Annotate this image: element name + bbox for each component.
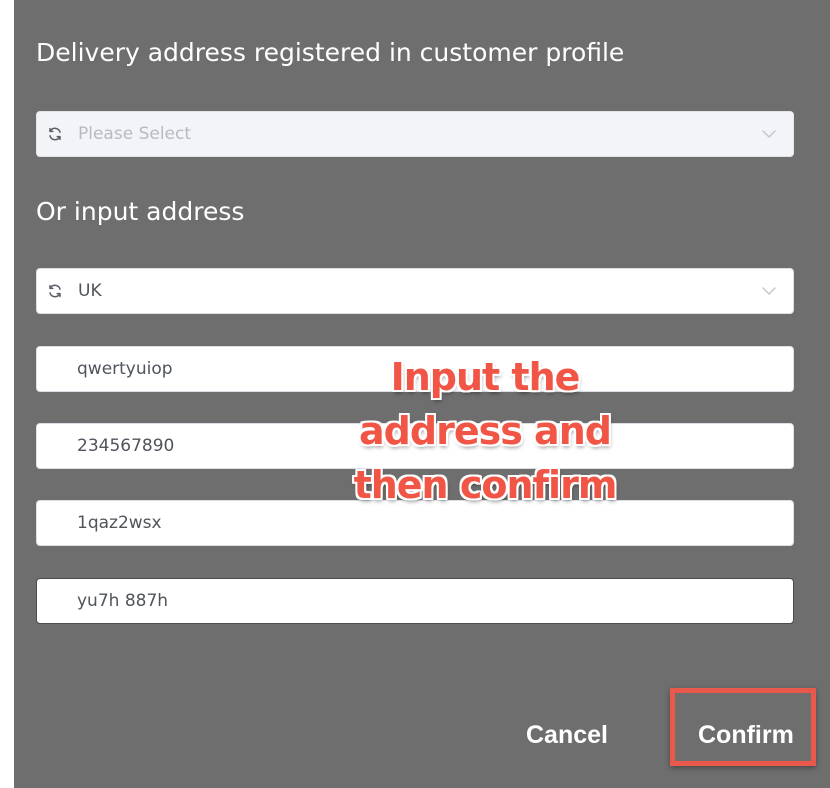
country-select[interactable]: UK	[36, 268, 794, 314]
chevron-down-icon	[759, 124, 779, 144]
annotation-line: Input the	[390, 355, 581, 399]
confirm-highlight-box	[670, 688, 816, 766]
refresh-icon	[46, 282, 64, 300]
postcode-value: yu7h 887h	[77, 591, 169, 611]
instruction-annotation: Input the address and then confirm	[330, 350, 640, 512]
cancel-button[interactable]: Cancel	[520, 720, 614, 751]
registered-address-heading: Delivery address registered in customer …	[36, 38, 625, 67]
registered-address-select[interactable]: Please Select	[36, 111, 794, 157]
postcode-field[interactable]: yu7h 887h	[36, 578, 794, 624]
input-address-heading: Or input address	[36, 197, 245, 226]
chevron-down-icon	[759, 281, 779, 301]
annotation-line: then confirm	[353, 463, 618, 507]
refresh-icon	[46, 125, 64, 143]
address-line-3-value: 1qaz2wsx	[77, 513, 162, 533]
annotation-line: address and	[359, 409, 612, 453]
registered-address-placeholder: Please Select	[78, 124, 192, 144]
country-value: UK	[78, 281, 102, 301]
